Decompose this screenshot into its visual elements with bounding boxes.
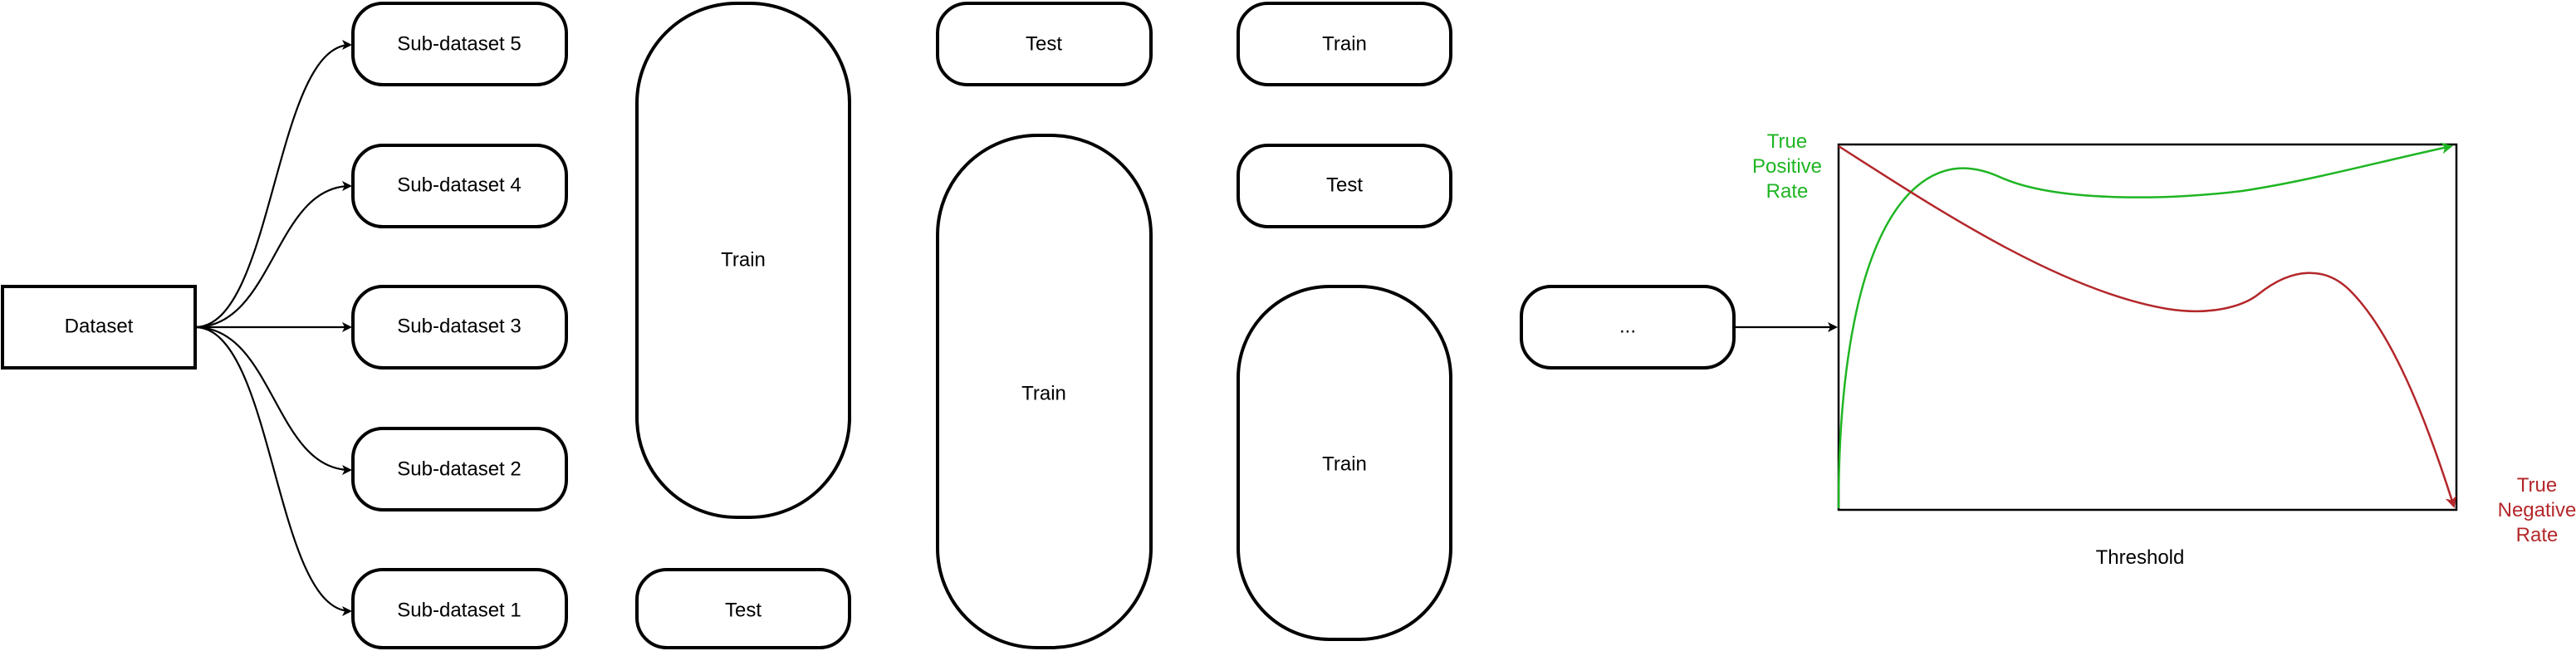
subdataset-node-2: Sub-dataset 2 [351, 427, 568, 512]
tpr-line-2: Positive [1752, 155, 1822, 178]
true-negative-rate-label: True Negative Rate [2498, 474, 2576, 546]
tnr-line-1: True [2517, 474, 2557, 497]
subdataset-4-label: Sub-dataset 4 [397, 174, 521, 196]
fold-1-test-block: Test [635, 568, 851, 649]
subdataset-1-label: Sub-dataset 1 [397, 599, 521, 621]
fold-3: Train Test Train [1237, 2, 1452, 641]
split-edges [194, 40, 352, 616]
fold-3-train-bottom-block: Train [1237, 285, 1452, 641]
fold-1-train-label: Train [721, 248, 766, 271]
fold-2-train-label: Train [1021, 382, 1066, 404]
fold-2-test-block: Test [936, 2, 1153, 86]
fold-3-test-label: Test [1326, 174, 1363, 196]
subdataset-node-4: Sub-dataset 4 [351, 144, 568, 228]
subdataset-5-label: Sub-dataset 5 [397, 32, 521, 55]
fold-3-train-bottom-label: Train [1322, 453, 1367, 475]
more-folds-node: ... [1520, 285, 1736, 370]
fold-3-train-top-block: Train [1237, 2, 1452, 86]
fold-3-test-block: Test [1237, 144, 1452, 228]
fold-2-train-block: Train [936, 134, 1153, 649]
fold-1: Train Test [635, 2, 851, 649]
subdataset-node-1: Sub-dataset 1 [351, 568, 568, 649]
threshold-label: Threshold [2096, 546, 2185, 569]
dataset-node: Dataset [1, 285, 197, 370]
edge-to-subdataset-2 [194, 326, 352, 475]
dataset-label: Dataset [65, 315, 134, 337]
cross-validation-diagram: Dataset Sub-dataset 5 Sub-dataset 4 Sub-… [1, 2, 2576, 649]
edge-to-subdataset-4 [194, 181, 352, 329]
subdataset-3-label: Sub-dataset 3 [397, 315, 521, 337]
true-positive-curve [1837, 142, 2453, 509]
fold-1-test-label: Test [725, 599, 762, 621]
true-positive-rate-label: True Positive Rate [1752, 130, 1822, 203]
subdataset-2-label: Sub-dataset 2 [397, 458, 521, 480]
tnr-line-2: Negative [2498, 499, 2576, 521]
tnr-line-3: Rate [2516, 524, 2559, 546]
edge-to-subdataset-5 [194, 40, 352, 329]
tpr-line-3: Rate [1766, 180, 1809, 203]
subdataset-node-3: Sub-dataset 3 [351, 285, 568, 370]
fold-1-train-block: Train [635, 2, 851, 519]
edge-to-subdataset-1 [194, 326, 352, 616]
more-folds-label: ... [1619, 315, 1636, 337]
fold-2-test-label: Test [1026, 32, 1062, 55]
rate-plot: True Positive Rate True Negative Rate Th… [1752, 130, 2576, 569]
fold-2: Test Train [936, 2, 1153, 649]
rate-plot-frame [1837, 143, 2458, 512]
fold-3-train-top-label: Train [1322, 32, 1367, 55]
tpr-line-1: True [1767, 130, 1807, 153]
true-negative-curve [1838, 144, 2457, 508]
subdataset-node-5: Sub-dataset 5 [351, 2, 568, 86]
